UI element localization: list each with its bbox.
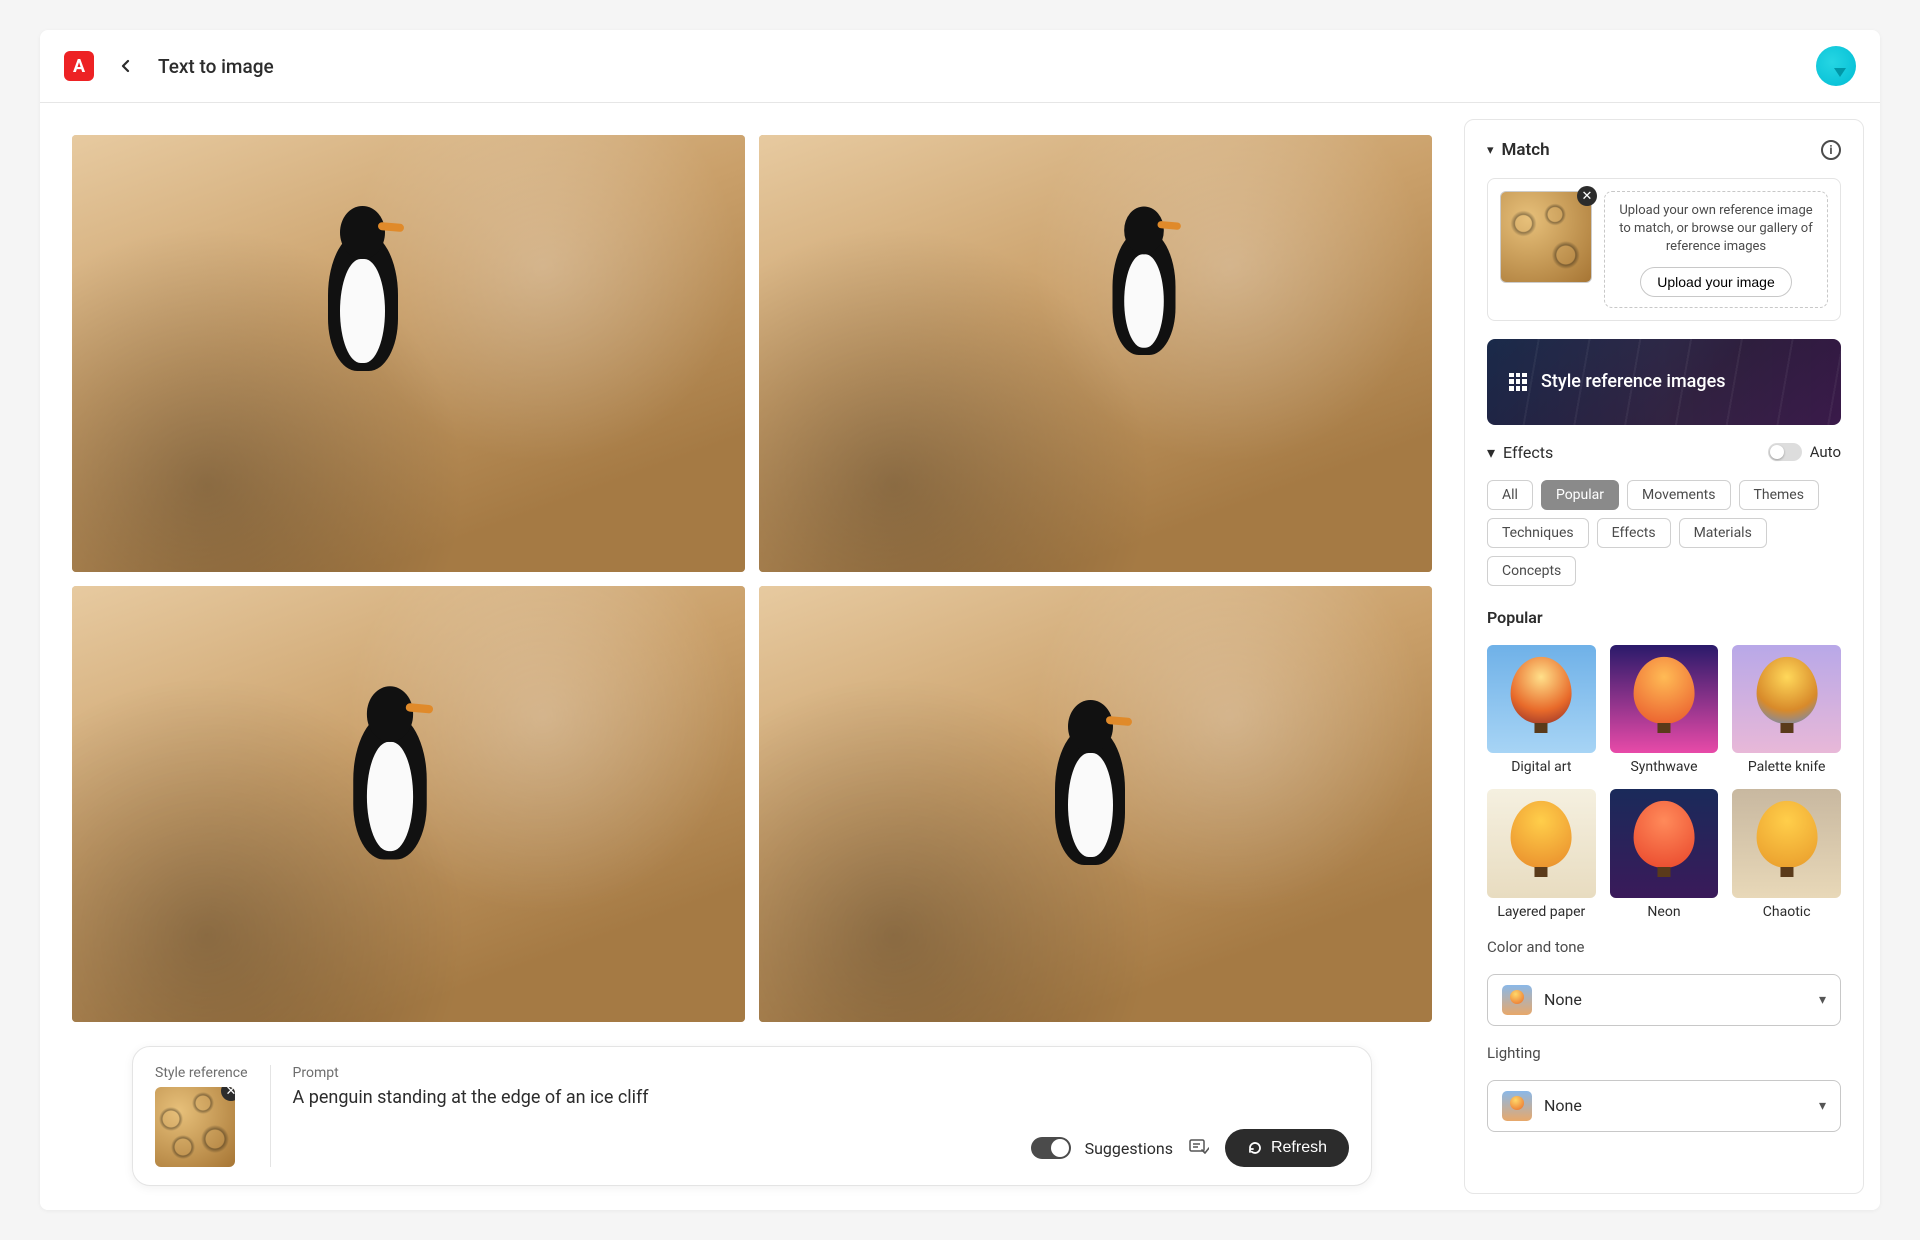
chevron-down-icon: ▾ [1819, 1098, 1826, 1114]
effects-section-header[interactable]: ▾ Effects Auto [1487, 443, 1841, 462]
info-icon[interactable]: i [1821, 140, 1841, 160]
page-title: Text to image [158, 55, 274, 78]
header: A Text to image [40, 30, 1880, 103]
profile-avatar[interactable] [1816, 46, 1856, 86]
effects-category-movements[interactable]: Movements [1627, 480, 1730, 510]
chevron-down-icon: ▾ [1819, 992, 1826, 1008]
effect-synthwave[interactable]: Synthwave [1610, 645, 1719, 776]
generated-image-grid [72, 135, 1432, 1022]
lighting-select[interactable]: None ▾ [1487, 1080, 1841, 1132]
grid-icon [1509, 373, 1527, 391]
effects-category-techniques[interactable]: Techniques [1487, 518, 1589, 548]
refresh-button-label: Refresh [1271, 1139, 1327, 1157]
chevron-down-icon: ▾ [1487, 443, 1495, 462]
color-tone-label: Color and tone [1487, 938, 1841, 956]
effects-grid: Digital art Synthwave Palette knife Laye… [1487, 645, 1841, 920]
effects-label: Effects [1503, 443, 1553, 462]
effects-category-all[interactable]: All [1487, 480, 1533, 510]
refresh-icon [1247, 1140, 1263, 1156]
style-reference-thumbnail[interactable]: ✕ [155, 1087, 235, 1167]
effect-palette-knife[interactable]: Palette knife [1732, 645, 1841, 776]
upload-image-button[interactable]: Upload your image [1640, 267, 1792, 297]
remove-match-reference-button[interactable]: ✕ [1577, 186, 1597, 206]
generated-image-4[interactable] [759, 586, 1432, 1023]
effects-category-themes[interactable]: Themes [1739, 480, 1819, 510]
effects-auto-toggle[interactable] [1768, 443, 1802, 461]
adobe-logo[interactable]: A [64, 51, 94, 81]
effects-category-popular[interactable]: Popular [1541, 480, 1619, 510]
effects-section-title: Popular [1487, 608, 1841, 627]
effect-chaotic[interactable]: Chaotic [1732, 789, 1841, 920]
prompt-settings-icon[interactable] [1187, 1136, 1211, 1160]
match-label: Match [1502, 140, 1550, 160]
right-panel: ▾ Match i ✕ Upload your own reference im… [1464, 119, 1864, 1194]
style-reference-gallery-button[interactable]: Style reference images [1487, 339, 1841, 425]
suggestions-label: Suggestions [1085, 1139, 1173, 1158]
prompt-input[interactable]: A penguin standing at the edge of an ice… [293, 1087, 1349, 1123]
match-section-header[interactable]: ▾ Match i [1487, 140, 1841, 160]
suggestions-toggle[interactable] [1031, 1137, 1071, 1159]
effect-digital-art[interactable]: Digital art [1487, 645, 1596, 776]
prompt-bar: Style reference ✕ Prompt A penguin stand… [132, 1046, 1372, 1186]
effect-neon[interactable]: Neon [1610, 789, 1719, 920]
effects-category-materials[interactable]: Materials [1679, 518, 1767, 548]
generated-image-2[interactable] [759, 135, 1432, 572]
remove-style-reference-button[interactable]: ✕ [221, 1087, 235, 1101]
color-tone-select[interactable]: None ▾ [1487, 974, 1841, 1026]
lighting-value: None [1544, 1096, 1807, 1115]
color-tone-value: None [1544, 990, 1807, 1009]
effects-category-concepts[interactable]: Concepts [1487, 556, 1576, 586]
prompt-label: Prompt [293, 1065, 1349, 1081]
chevron-down-icon: ▾ [1487, 143, 1494, 158]
lighting-label: Lighting [1487, 1044, 1841, 1062]
back-button[interactable] [112, 52, 140, 80]
match-reference-box: ✕ Upload your own reference image to mat… [1487, 178, 1841, 321]
lighting-thumb-icon [1502, 1091, 1532, 1121]
generated-image-3[interactable] [72, 586, 745, 1023]
color-tone-thumb-icon [1502, 985, 1532, 1015]
effects-category-effects[interactable]: Effects [1597, 518, 1671, 548]
match-reference-thumbnail[interactable]: ✕ [1500, 191, 1592, 283]
canvas-area: Style reference ✕ Prompt A penguin stand… [40, 103, 1464, 1210]
upload-dropzone[interactable]: Upload your own reference image to match… [1604, 191, 1828, 308]
style-gallery-label: Style reference images [1541, 371, 1725, 392]
effect-layered-paper[interactable]: Layered paper [1487, 789, 1596, 920]
effects-auto-label: Auto [1810, 443, 1841, 461]
effects-category-row: All Popular Movements Themes Techniques … [1487, 480, 1841, 586]
style-reference-label: Style reference [155, 1065, 248, 1081]
upload-description: Upload your own reference image to match… [1615, 202, 1817, 257]
refresh-button[interactable]: Refresh [1225, 1129, 1349, 1167]
generated-image-1[interactable] [72, 135, 745, 572]
